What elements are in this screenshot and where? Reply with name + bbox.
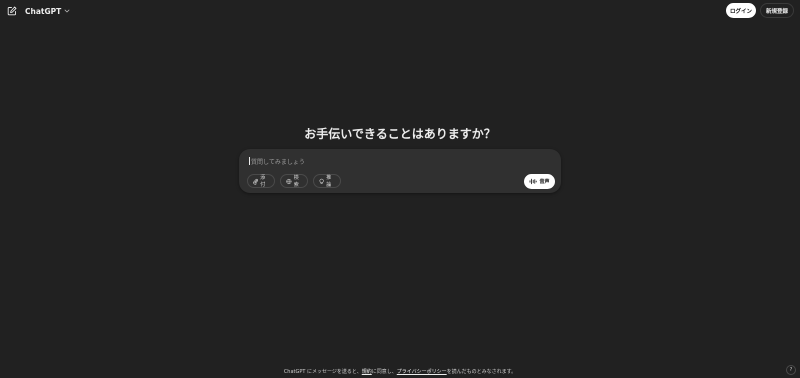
header: ChatGPT ログイン 新規登録 xyxy=(0,0,800,22)
signup-button[interactable]: 新規登録 xyxy=(760,3,794,18)
model-name: ChatGPT xyxy=(25,6,62,16)
prompt-placeholder: 質問してみましょう xyxy=(251,158,305,166)
composer: 質問してみましょう 添付 検索 推論 音声 xyxy=(239,149,561,193)
terms-link[interactable]: 規約 xyxy=(362,369,372,375)
page-title: お手伝いできることはありますか？ xyxy=(304,127,496,141)
reason-button[interactable]: 推論 xyxy=(313,174,341,188)
model-selector[interactable]: ChatGPT xyxy=(25,4,70,18)
prompt-input[interactable]: 質問してみましょう xyxy=(249,156,305,166)
attach-button[interactable]: 添付 xyxy=(247,174,275,188)
footer-text-middle: に同意し、 xyxy=(371,369,397,375)
edit-icon xyxy=(7,6,17,16)
lightbulb-icon xyxy=(319,178,324,184)
footer-text-after: を読んだものとみなされます。 xyxy=(446,369,517,375)
login-button[interactable]: ログイン xyxy=(726,3,756,18)
voice-button[interactable]: 音声 xyxy=(524,174,555,189)
search-label: 検索 xyxy=(293,175,299,188)
reason-label: 推論 xyxy=(326,175,332,188)
footer-disclaimer: ChatGPT にメッセージを送ると、規約に同意し、プライバシーポリシーを読んだ… xyxy=(0,368,800,375)
help-button[interactable]: ? xyxy=(786,365,796,375)
globe-icon xyxy=(286,178,292,184)
voice-label: 音声 xyxy=(539,179,550,185)
page: ChatGPT ログイン 新規登録 お手伝いできることはありますか？ 質問してみ… xyxy=(0,0,800,378)
search-button[interactable]: 検索 xyxy=(280,174,308,188)
privacy-policy-link[interactable]: プライバシーポリシー xyxy=(397,369,447,375)
waveform-icon xyxy=(530,178,538,185)
footer-text-before: ChatGPT にメッセージを送ると、 xyxy=(283,369,362,375)
new-chat-button[interactable] xyxy=(6,5,18,17)
chevron-down-icon xyxy=(64,9,70,13)
text-cursor xyxy=(249,157,250,165)
attach-label: 添付 xyxy=(260,175,266,188)
paperclip-icon xyxy=(253,178,258,185)
